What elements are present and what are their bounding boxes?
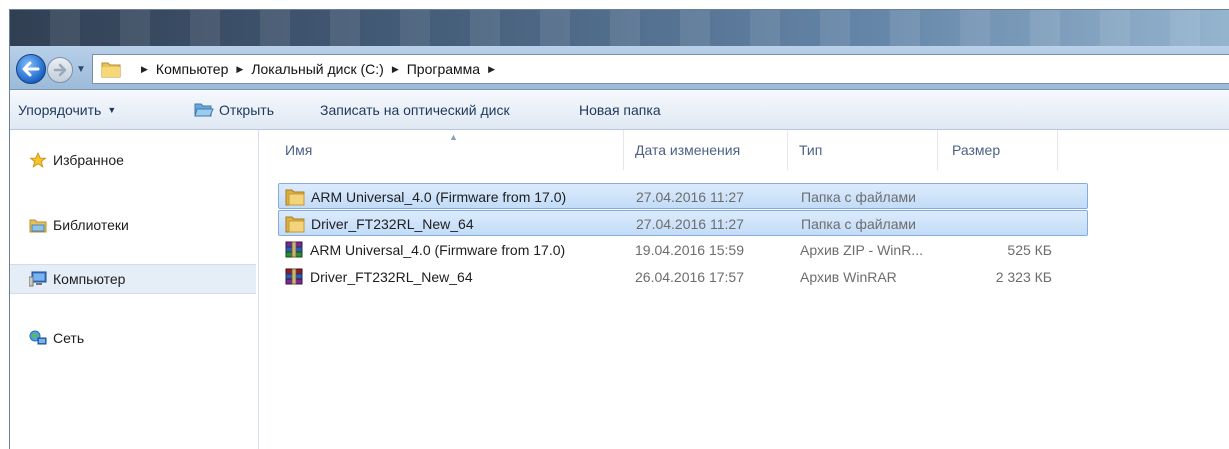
chevron-down-icon: ▼ xyxy=(107,104,117,115)
chevron-right-icon[interactable]: ▶ xyxy=(236,64,243,75)
command-bar: Упорядочить ▼ Открыть Записать на оптиче… xyxy=(10,90,1229,130)
nav-label-computer: Компьютер xyxy=(53,271,126,287)
file-name-cell: Driver_FT232RL_New_64 xyxy=(285,211,474,237)
star-icon xyxy=(29,152,47,168)
open-label: Открыть xyxy=(219,101,274,118)
file-size: 525 КБ xyxy=(1007,242,1052,258)
new-folder-button[interactable]: Новая папка xyxy=(579,90,661,129)
file-name-cell: ARM Universal_4.0 (Firmware from 17.0) xyxy=(285,184,566,210)
history-dropdown-icon[interactable]: ▼ xyxy=(76,64,86,75)
file-name: Driver_FT232RL_New_64 xyxy=(311,216,474,232)
file-row[interactable]: Driver_FT232RL_New_64 27.04.2016 11:27 П… xyxy=(278,210,1088,236)
column-size-label: Размер xyxy=(952,142,1001,158)
organize-button[interactable]: Упорядочить ▼ xyxy=(18,90,116,129)
column-type-label: Тип xyxy=(799,142,823,158)
nav-label-libraries: Библиотеки xyxy=(53,217,129,233)
navigation-bar: ▼ ▶ Компьютер ▶ Локальный диск (C:) ▶ Пр… xyxy=(10,46,1229,90)
column-date-label: Дата изменения xyxy=(635,142,741,158)
open-button[interactable]: Открыть xyxy=(194,90,274,129)
nav-item-libraries[interactable]: Библиотеки xyxy=(10,211,256,239)
folder-icon xyxy=(285,189,305,206)
chevron-right-icon[interactable]: ▶ xyxy=(141,64,148,75)
file-size xyxy=(942,211,1053,237)
file-date: 27.04.2016 11:27 xyxy=(636,189,744,205)
winrar-archive-icon xyxy=(285,268,303,285)
nav-item-network[interactable]: Сеть xyxy=(10,324,256,352)
nav-label-favorites: Избранное xyxy=(53,152,124,168)
chevron-right-icon[interactable]: ▶ xyxy=(488,64,495,75)
column-header-type[interactable]: Тип xyxy=(787,130,938,170)
title-bar xyxy=(10,10,1229,46)
open-folder-icon xyxy=(194,103,214,116)
chevron-right-icon[interactable]: ▶ xyxy=(392,64,399,75)
arrow-right-icon xyxy=(53,63,67,77)
nav-item-favorites[interactable]: Избранное xyxy=(10,146,256,174)
winrar-archive-icon xyxy=(285,241,303,258)
file-name: ARM Universal_4.0 (Firmware from 17.0) xyxy=(310,242,566,258)
file-list: Имя ▲ Дата изменения Тип Размер ARM Univ… xyxy=(259,130,1229,449)
explorer-window: ▼ ▶ Компьютер ▶ Локальный диск (C:) ▶ Пр… xyxy=(9,9,1229,449)
file-size xyxy=(942,184,1053,210)
blurred-title xyxy=(10,10,1229,46)
file-name-cell: ARM Universal_4.0 (Firmware from 17.0) xyxy=(284,237,565,263)
burn-label: Записать на оптический диск xyxy=(320,101,510,118)
file-date: 26.04.2016 17:57 xyxy=(635,269,744,285)
file-name: ARM Universal_4.0 (Firmware from 17.0) xyxy=(311,189,567,205)
back-button[interactable] xyxy=(16,54,46,84)
organize-label: Упорядочить xyxy=(18,101,102,118)
file-type: Папка с файлами xyxy=(801,189,916,205)
column-header-name[interactable]: Имя ▲ xyxy=(259,130,624,170)
libraries-icon xyxy=(29,219,47,233)
file-date: 19.04.2016 15:59 xyxy=(635,242,744,258)
sort-ascending-icon: ▲ xyxy=(449,132,458,142)
file-size: 2 323 КБ xyxy=(995,269,1052,285)
file-type: Папка с файлами xyxy=(801,216,916,232)
column-header-size[interactable]: Размер xyxy=(937,130,1058,170)
new-folder-label: Новая папка xyxy=(579,101,661,118)
breadcrumb-program[interactable]: Программа xyxy=(407,61,480,77)
file-date: 27.04.2016 11:27 xyxy=(636,216,744,232)
folder-icon xyxy=(285,216,305,233)
file-type: Архив ZIP - WinR... xyxy=(800,242,923,258)
file-row[interactable]: ARM Universal_4.0 (Firmware from 17.0) 1… xyxy=(278,237,1088,263)
nav-label-network: Сеть xyxy=(53,330,85,346)
file-type: Архив WinRAR xyxy=(800,269,897,285)
arrow-left-icon xyxy=(22,61,40,77)
file-name: Driver_FT232RL_New_64 xyxy=(310,269,473,285)
computer-icon xyxy=(29,271,47,287)
file-row[interactable]: ARM Universal_4.0 (Firmware from 17.0) 2… xyxy=(278,183,1088,209)
address-bar[interactable]: ▶ Компьютер ▶ Локальный диск (C:) ▶ Прог… xyxy=(92,54,1229,84)
column-name-label: Имя xyxy=(285,142,313,158)
network-icon xyxy=(29,330,47,345)
file-row[interactable]: Driver_FT232RL_New_64 26.04.2016 17:57 А… xyxy=(278,264,1088,290)
burn-button[interactable]: Записать на оптический диск xyxy=(320,90,510,129)
file-name-cell: Driver_FT232RL_New_64 xyxy=(284,264,473,290)
navigation-pane: Избранное Библиотеки Компьютер Сеть xyxy=(10,130,259,449)
nav-item-computer[interactable]: Компьютер xyxy=(10,264,256,294)
breadcrumb-computer[interactable]: Компьютер xyxy=(156,61,228,77)
column-header-date[interactable]: Дата изменения xyxy=(623,130,788,170)
breadcrumb: ▶ Компьютер ▶ Локальный диск (C:) ▶ Прог… xyxy=(133,55,503,83)
breadcrumb-local-disk[interactable]: Локальный диск (C:) xyxy=(251,61,384,77)
forward-button[interactable] xyxy=(47,57,73,83)
folder-icon xyxy=(101,62,121,78)
